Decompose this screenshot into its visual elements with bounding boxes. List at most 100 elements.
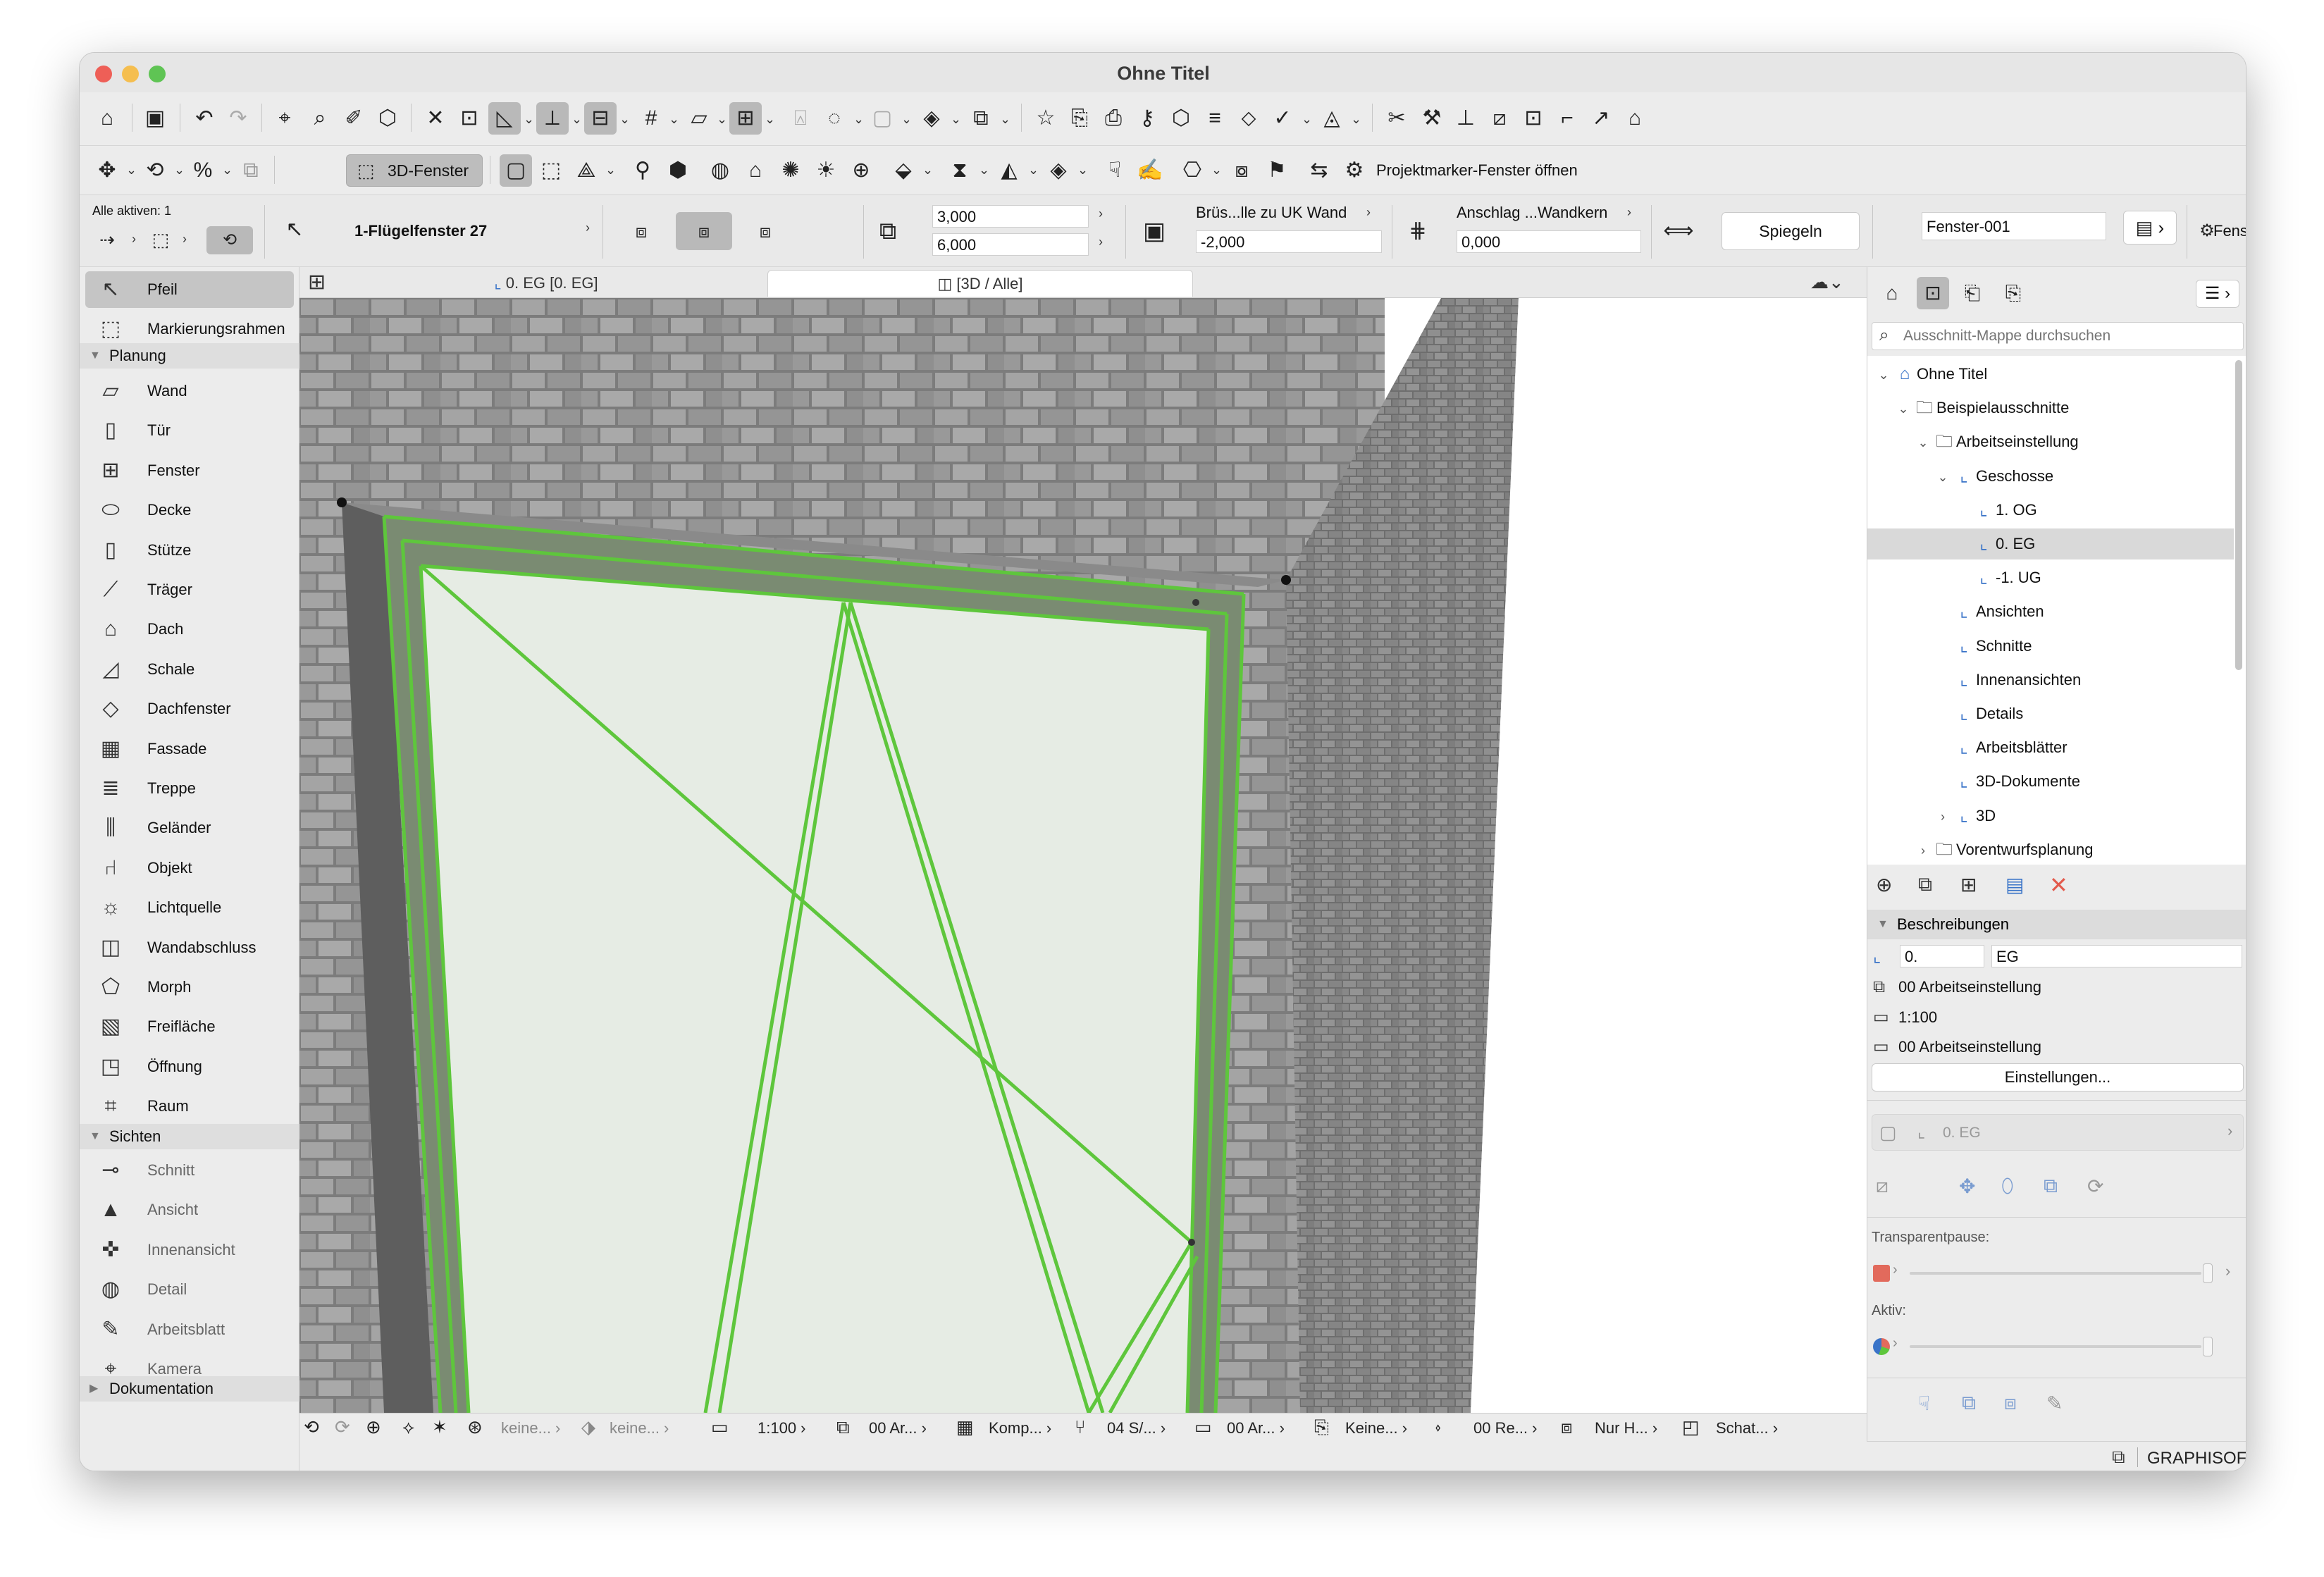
tool-skylight[interactable]: ◇ Dachfenster <box>85 691 294 727</box>
box-icon[interactable]: ⬚ <box>535 154 567 187</box>
chevron-right-icon[interactable]: › <box>1934 801 1952 832</box>
delete-icon[interactable]: ✕ <box>2049 872 2068 898</box>
save-icon[interactable]: ▣ <box>139 102 171 135</box>
3d-cut-icon[interactable]: ⌂ <box>739 154 772 187</box>
find-select-icon[interactable]: ⌖ <box>268 102 301 135</box>
tool-stair[interactable]: ≣ Treppe <box>85 770 294 807</box>
chevron-right-icon[interactable]: › <box>1914 835 1932 865</box>
model-view-status[interactable]: 00 Ar... › <box>1227 1419 1285 1437</box>
search-zoom-icon[interactable]: ⊛ <box>467 1416 483 1438</box>
align-view-icon[interactable]: ⧄ <box>1876 1175 1889 1198</box>
roof-tool-icon[interactable]: ⌂ <box>1619 102 1651 135</box>
project-marker-button[interactable]: Projektmarker-Fenster öffnen <box>1376 161 1578 180</box>
marker-icon[interactable]: ⚑ <box>1261 154 1293 187</box>
project-map-icon[interactable]: ⌂ <box>1876 277 1908 309</box>
rotate-selection-icon[interactable]: ⟲ <box>206 226 253 254</box>
layout-icon[interactable]: ⎙ <box>1097 102 1130 135</box>
redo-icon[interactable]: ↷ <box>222 102 254 135</box>
home-icon[interactable]: ⌂ <box>91 102 123 135</box>
tree-item[interactable]: ⌄ ⌞ Geschosse <box>1867 461 2234 492</box>
chevron-down-icon[interactable]: ⌄ <box>717 112 727 127</box>
element-name[interactable]: 1-Flügelfenster 27 <box>354 222 487 240</box>
tool-morph[interactable]: ⬠ Morph <box>85 969 294 1006</box>
parallel-projection-icon[interactable]: ▢ <box>500 154 532 187</box>
chevron-down-icon[interactable]: ⌄ <box>571 112 582 127</box>
tool-shell[interactable]: ◿ Schale <box>85 651 294 688</box>
renovation-icon[interactable]: ⬡ <box>1165 102 1197 135</box>
tree-item[interactable]: ⌞ Innenansichten <box>1867 664 2234 695</box>
override-status[interactable]: Keine... › <box>1345 1419 1407 1437</box>
active-slider-handle[interactable] <box>2203 1337 2213 1356</box>
elevation-tool-icon[interactable]: ⊥ <box>1450 102 1482 135</box>
tool-column[interactable]: ▯ Stütze <box>85 532 294 569</box>
view-name-input[interactable]: EG <box>1991 945 2242 967</box>
settings-button[interactable]: Einstellungen... <box>1872 1063 2244 1091</box>
selection-method-icon[interactable]: ⇢ <box>91 223 123 256</box>
split-icon[interactable]: ✂ <box>1380 102 1413 135</box>
suspend-groups-icon[interactable]: ▢ <box>866 102 898 135</box>
project-marker-icon[interactable]: ⚙ <box>1338 154 1371 187</box>
chevron-right-icon[interactable]: › <box>1099 206 1103 221</box>
desc-layer-row[interactable]: ⧉ 00 Arbeitseinstellung <box>1873 977 2041 997</box>
explore-icon[interactable]: ⬢ <box>662 154 694 187</box>
shadow-status[interactable]: Schat... › <box>1716 1419 1778 1437</box>
update-view-icon[interactable]: ⧉ <box>2044 1175 2058 1198</box>
curve-icon[interactable]: ↗ <box>1585 102 1617 135</box>
active-color-swatch[interactable]: › <box>1873 1335 1901 1358</box>
tree-item[interactable]: ⌞ 0. EG <box>1867 528 2234 559</box>
tool-wall-end[interactable]: ◫ Wandabschluss <box>85 929 294 966</box>
tool-object[interactable]: ⑁ Objekt <box>85 850 294 886</box>
tool-camera[interactable]: ⌖ Kamera <box>85 1351 294 1387</box>
tree-item[interactable]: › 🗀 Vorentwurfsplanung <box>1867 834 2234 865</box>
height-input[interactable]: 6,000 <box>932 233 1089 256</box>
width-input[interactable]: 3,000 <box>932 205 1089 228</box>
chevron-right-icon[interactable]: › <box>586 221 590 235</box>
tool-zone[interactable]: ⌗ Raum <box>85 1088 294 1125</box>
hand-icon[interactable]: ☟ <box>1099 154 1131 187</box>
navigator-menu-button[interactable]: ☰ › <box>2196 280 2239 308</box>
marquee-mode-icon[interactable]: ⬚ <box>144 223 177 256</box>
zoom-fit-icon[interactable]: ⇆ <box>1303 154 1335 187</box>
tool-opening[interactable]: ◳ Öffnung <box>85 1049 294 1085</box>
chevron-down-icon[interactable]: ⌄ <box>951 112 961 127</box>
arrange-icon[interactable]: ⧉ <box>965 102 997 135</box>
tool-wall[interactable]: ▱ Wand <box>85 373 294 409</box>
chevron-down-icon[interactable]: ⌄ <box>1351 112 1361 127</box>
layout-book-icon[interactable]: ⎗ <box>1956 277 1989 309</box>
key-icon[interactable]: ⚷ <box>1131 102 1163 135</box>
desc-scale-row[interactable]: ▭ 1:100 <box>1873 1007 1937 1027</box>
chevron-down-icon[interactable]: ⌄ <box>174 163 185 178</box>
snap-guides-icon[interactable]: ⟂ <box>536 102 569 135</box>
chevron-down-icon[interactable]: ⌄ <box>1914 427 1932 458</box>
axis-icon[interactable]: ⟁ <box>570 154 602 187</box>
schedule-icon[interactable]: ≡ <box>1199 102 1231 135</box>
chevron-down-icon[interactable]: ⌄ <box>853 112 864 127</box>
view-map-search[interactable]: ⌕ <box>1872 322 2244 350</box>
structure-status[interactable]: Nur H... › <box>1595 1419 1657 1437</box>
overlay-copy-icon[interactable]: ⧉ <box>1962 1392 1976 1415</box>
percent-icon[interactable]: % <box>187 154 219 187</box>
tree-item[interactable]: ⌞ 1. OG <box>1867 495 2234 526</box>
render-icon[interactable]: ◬ <box>1316 102 1348 135</box>
move-icon[interactable]: ✥ <box>91 154 123 187</box>
tree-item[interactable]: ⌄ ⌂ Ohne Titel <box>1867 359 2234 390</box>
chevron-down-icon[interactable]: ⌄ <box>619 112 630 127</box>
overlay-slider-handle[interactable] <box>2203 1263 2213 1283</box>
active-slider-track[interactable] <box>1910 1345 2201 1348</box>
overlay-edit-icon[interactable]: ✎ <box>2046 1392 2063 1415</box>
undo-icon[interactable]: ↶ <box>188 102 221 135</box>
tree-item[interactable]: ⌄ 🗀 Beispielausschnitte <box>1867 392 2234 423</box>
surface-icon[interactable]: ◈ <box>1042 154 1075 187</box>
group-sichten[interactable]: Sichten <box>80 1124 299 1149</box>
refresh-icon[interactable]: ⟳ <box>2087 1175 2103 1198</box>
view-map-icon[interactable]: ⊡ <box>1917 277 1949 309</box>
gravity-icon[interactable]: ⊞ <box>729 102 762 135</box>
grid-snap-icon[interactable]: # <box>635 102 667 135</box>
tool-marquee[interactable]: ⬚ Markierungsrahmen <box>85 311 294 347</box>
tool-worksheet[interactable]: ✎ Arbeitsblatt <box>85 1311 294 1348</box>
anchor-input[interactable]: 0,000 <box>1457 230 1641 253</box>
dimension-icon[interactable]: ⊡ <box>453 102 486 135</box>
redo-zoom-icon[interactable]: ⟳ <box>335 1416 350 1438</box>
chevron-right-icon[interactable]: › <box>1366 205 1371 220</box>
editing-plane-icon[interactable]: ⏥ <box>683 102 715 135</box>
